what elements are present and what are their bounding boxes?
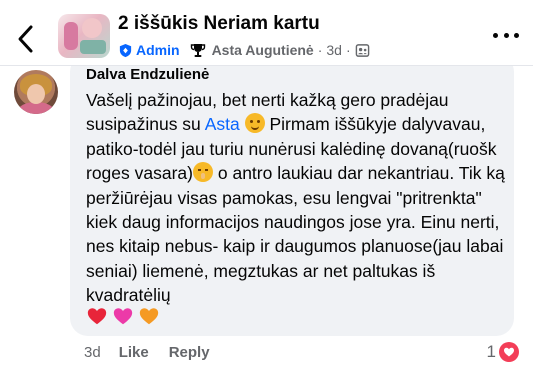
trophy-icon [190, 42, 206, 58]
reaction-count: 1 [486, 342, 496, 361]
dot-icon [503, 32, 509, 38]
post-author[interactable]: Asta Augutienė [212, 42, 314, 58]
comment-bubble: Dalva Endzulienė Vašelį pažinojau, bet n… [70, 54, 514, 336]
group-thumbnail[interactable] [58, 14, 110, 58]
admin-shield-icon [119, 43, 132, 57]
mention-link[interactable]: Asta [205, 114, 240, 134]
orange-heart-icon [139, 308, 159, 325]
shushing-face-icon [193, 162, 213, 183]
heart-emojis [86, 305, 160, 329]
post-meta: Admin Asta Augutienė · 3d · [118, 41, 370, 59]
reply-button[interactable]: Reply [169, 344, 210, 361]
post-time[interactable]: 3d [326, 42, 342, 58]
love-reaction-icon [499, 342, 519, 362]
reaction-summary[interactable]: 1 [487, 341, 519, 363]
red-heart-icon [87, 308, 107, 325]
smiling-face-with-hearts-icon [244, 113, 265, 134]
back-button[interactable] [14, 24, 38, 54]
admin-label: Admin [136, 42, 180, 58]
group-title[interactable]: 2 iššūkis Neriam kartu [118, 13, 320, 35]
group-header: 2 iššūkis Neriam kartu Admin Asta Auguti… [0, 0, 533, 66]
comment-time[interactable]: 3d [84, 344, 101, 361]
commenter-avatar[interactable] [14, 70, 58, 114]
pink-heart-icon [113, 308, 133, 325]
commenter-name[interactable]: Dalva Endzulienė [86, 66, 209, 83]
members-audience-icon [355, 43, 369, 57]
chevron-left-icon [18, 25, 33, 53]
comment-actions: 3d Like Reply [84, 341, 210, 363]
more-options-button[interactable] [493, 30, 519, 40]
admin-badge: Admin [118, 42, 180, 58]
dot-icon [514, 32, 519, 38]
comment-text-part: o antro laukiau dar nekantriau. Tik ką p… [86, 163, 505, 306]
meta-separator: · [317, 42, 323, 58]
dot-icon [493, 32, 498, 38]
comment-text: Vašelį pažinojau, bet nerti kažką gero p… [86, 88, 506, 308]
meta-separator-2: · [345, 42, 351, 58]
like-button[interactable]: Like [119, 344, 149, 361]
